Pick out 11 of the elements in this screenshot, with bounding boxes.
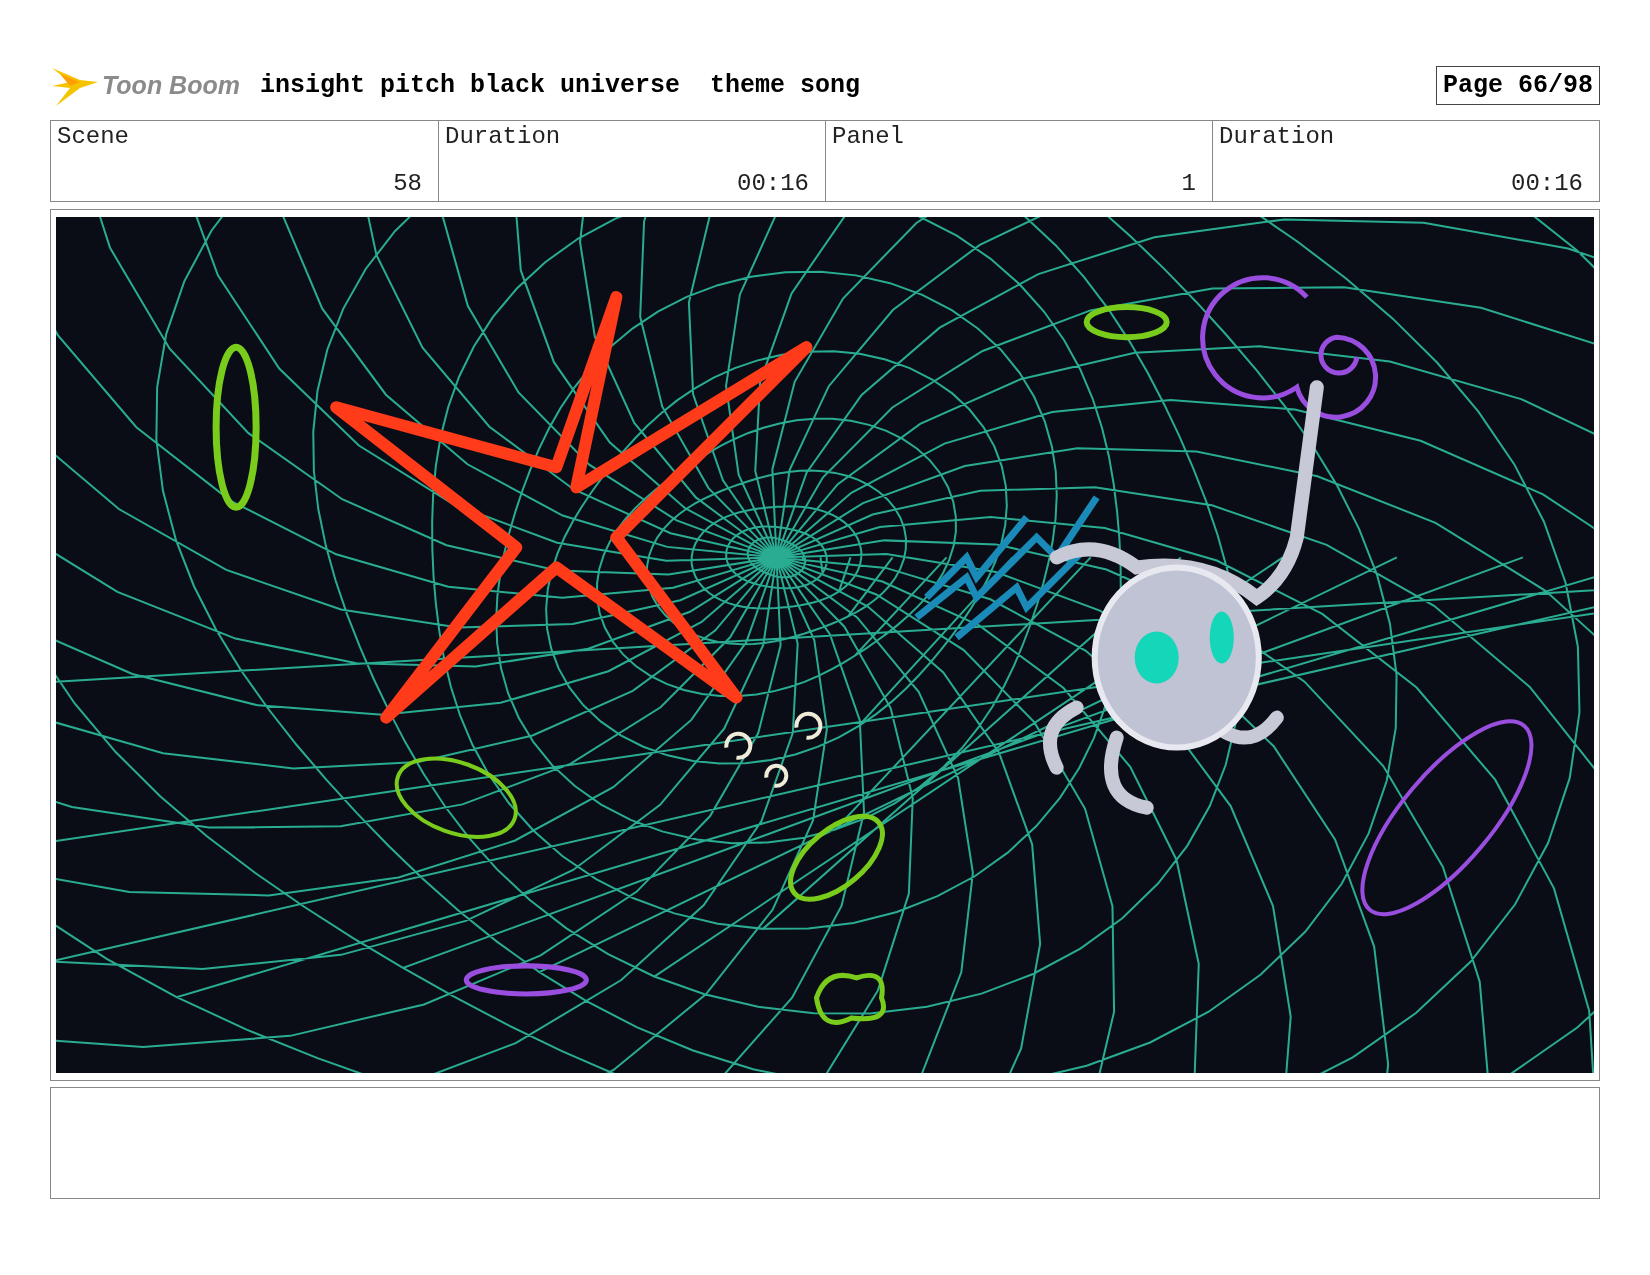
- field-value: 58: [393, 170, 422, 197]
- field-value: 1: [1181, 170, 1196, 197]
- logo-text: Toon Boom: [102, 70, 240, 100]
- page-number: Page 66/98: [1435, 65, 1600, 105]
- page-title: insight pitch black universe theme song: [259, 70, 861, 100]
- field-label: Scene: [57, 123, 130, 150]
- field-label: Duration: [1219, 123, 1336, 150]
- field-label: Duration: [445, 123, 562, 150]
- field-label: Panel: [832, 123, 905, 150]
- field-value: 00:16: [737, 170, 809, 197]
- field-value: 00:16: [1511, 170, 1583, 197]
